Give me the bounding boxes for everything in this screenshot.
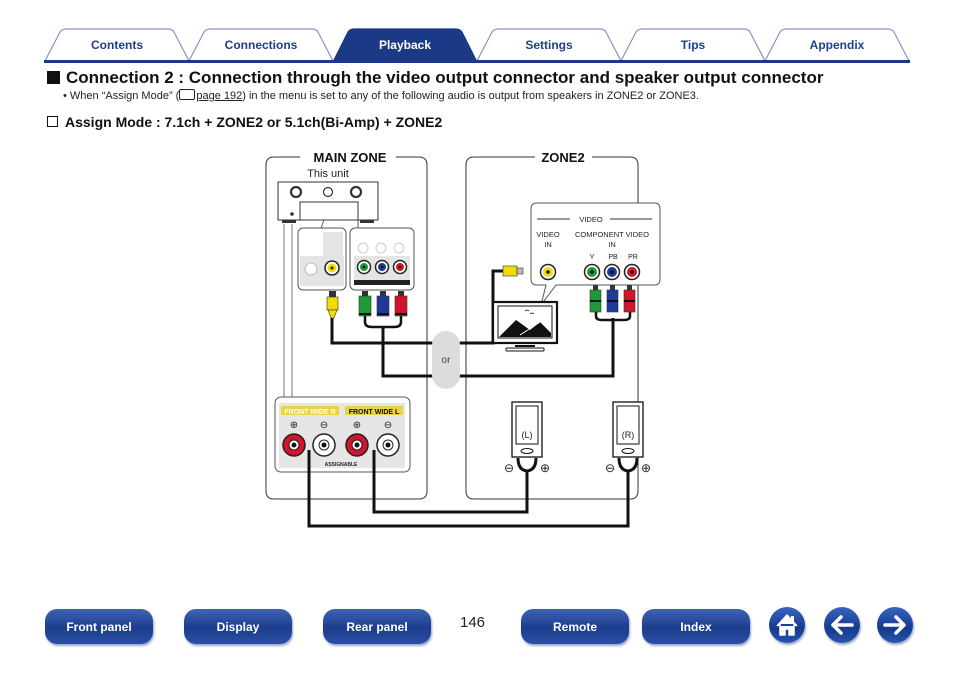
index-button[interactable]: Index <box>642 609 750 644</box>
remote-button[interactable]: Remote <box>521 609 629 644</box>
page-number: 146 <box>460 614 486 631</box>
home-icon <box>776 614 798 636</box>
front-panel-button[interactable]: Front panel <box>45 609 153 644</box>
component-in-label: IN <box>608 240 616 249</box>
connection-diagram: MAIN ZONE This unit ZONE2 or VIDEO VIDEO… <box>265 150 661 528</box>
rear-panel-component-out <box>349 227 415 291</box>
minus-label: ⊖ <box>605 461 615 475</box>
minus-label: ⊖ <box>504 461 514 475</box>
assignable-label: ASSIGNABLE <box>325 462 358 468</box>
rear-panel-video-out <box>297 227 347 291</box>
pb-label: PB <box>608 254 618 261</box>
back-arrow-icon <box>831 615 854 635</box>
zone2-label: ZONE2 <box>541 150 584 165</box>
plus-label: ⊕ <box>540 461 550 475</box>
forward-button[interactable] <box>877 607 913 643</box>
tv-icon <box>491 300 559 352</box>
minus-label: ⊖ <box>384 420 392 431</box>
y-label: Y <box>589 252 594 261</box>
rear-panel-button[interactable]: Rear panel <box>323 609 431 644</box>
minus-label: ⊖ <box>320 420 328 431</box>
plus-label: ⊕ <box>290 420 298 431</box>
display-button[interactable]: Display <box>184 609 292 644</box>
front-wide-l-label: FRONT WIDE L <box>349 409 400 416</box>
component-plugs-zone2 <box>589 285 636 322</box>
video-in-label-2: IN <box>544 240 552 249</box>
home-button[interactable] <box>769 607 805 643</box>
main-zone-label: MAIN ZONE <box>314 150 387 165</box>
video-group-label: VIDEO <box>579 215 603 224</box>
forward-arrow-icon <box>883 615 906 635</box>
component-video-label: COMPONENT VIDEO <box>575 230 649 239</box>
plus-label: ⊕ <box>353 420 361 431</box>
receiver-unit-icon <box>277 181 379 223</box>
speaker-left-label: (L) <box>522 430 533 440</box>
back-button[interactable] <box>824 607 860 643</box>
video-in-label: VIDEO <box>536 230 560 239</box>
pr-label: PR <box>628 254 638 261</box>
plus-label: ⊕ <box>641 461 651 475</box>
speaker-right-label: (R) <box>622 430 635 440</box>
yellow-video-plug <box>326 291 339 319</box>
yellow-plug-tv <box>502 265 524 277</box>
component-plugs-main <box>358 291 408 329</box>
or-label: or <box>442 355 452 366</box>
front-wide-r-label: FRONT WIDE R <box>284 409 335 416</box>
this-unit-label: This unit <box>307 168 349 180</box>
